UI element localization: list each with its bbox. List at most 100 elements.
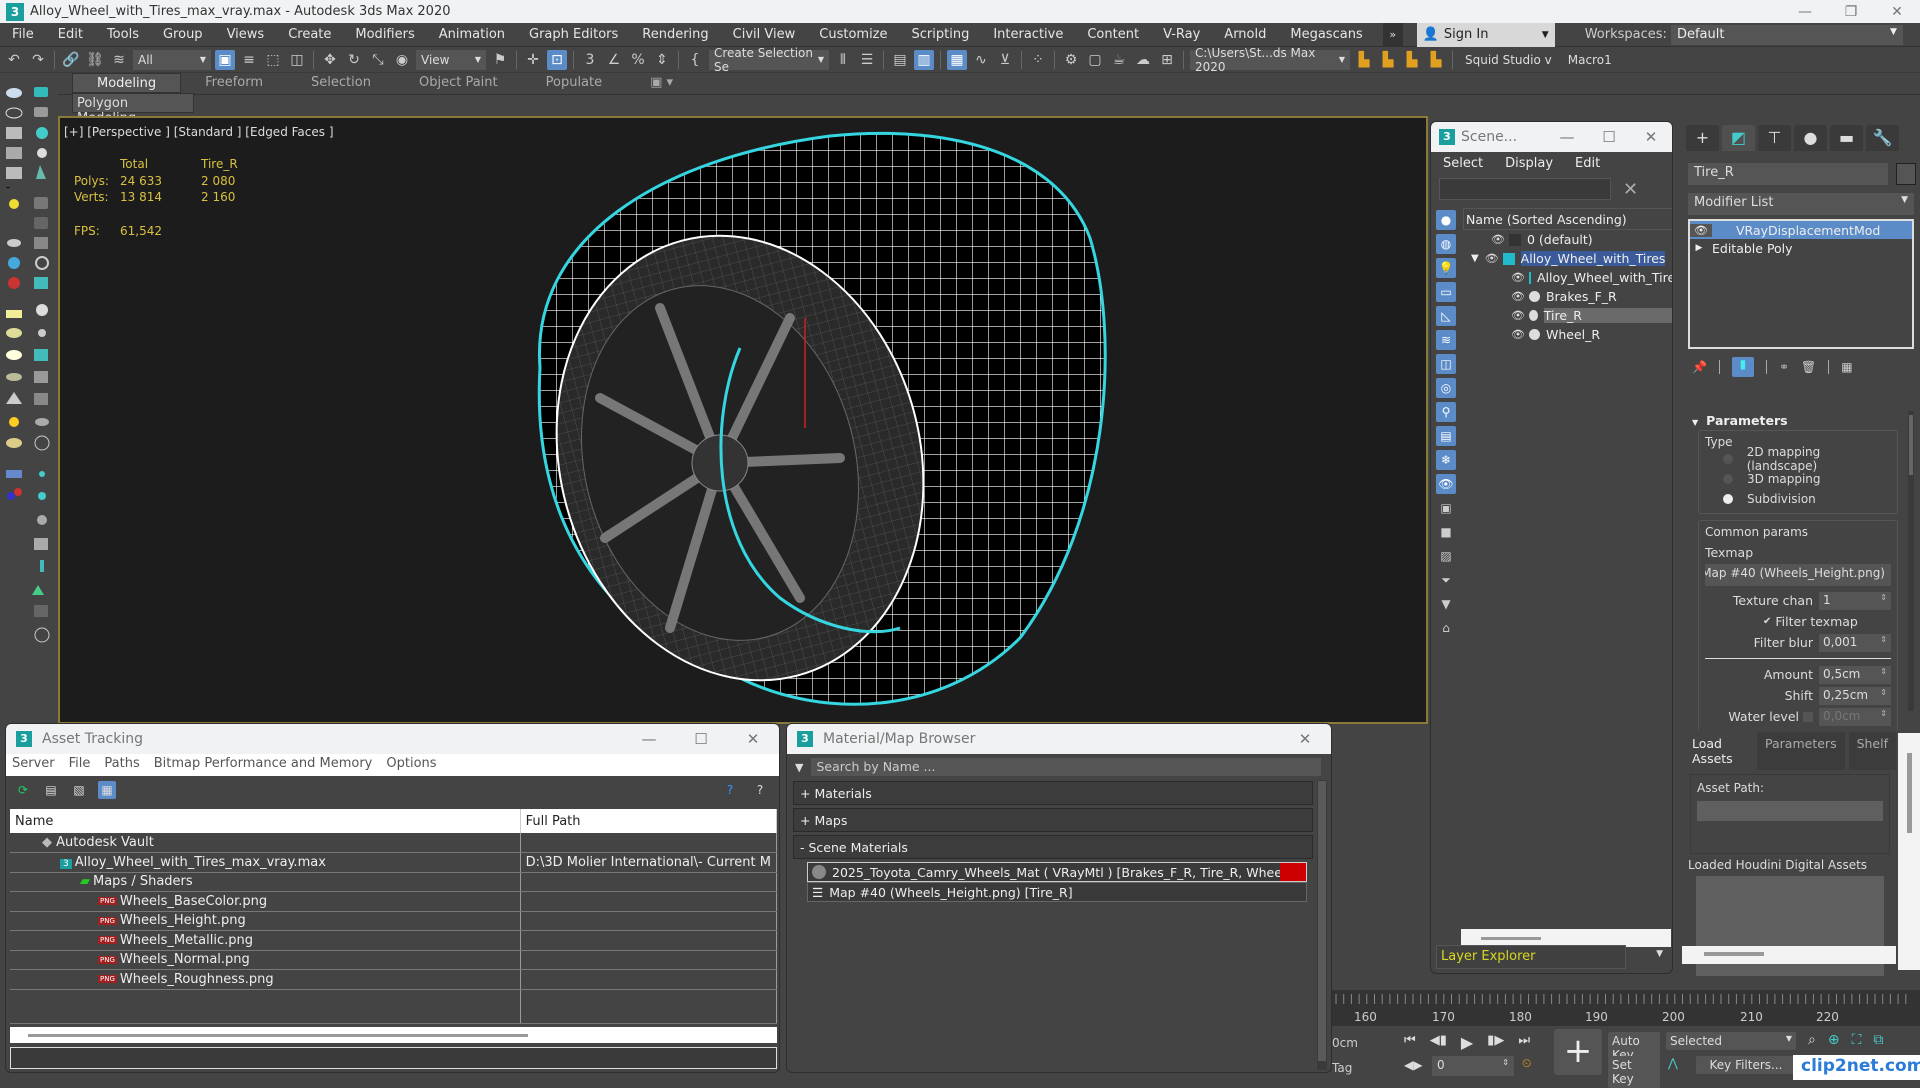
menu-vray[interactable]: V-Ray bbox=[1151, 27, 1212, 42]
unlink-icon[interactable]: ⛓ bbox=[85, 50, 105, 70]
asset-path-input[interactable] bbox=[1697, 801, 1883, 821]
table-row[interactable]: PNG Wheels_Metallic.png bbox=[10, 930, 778, 951]
table-row[interactable]: ◆ Autodesk Vault bbox=[10, 833, 778, 853]
ribbon-tab-freeform[interactable]: Freeform bbox=[181, 73, 287, 93]
column-name[interactable]: Name bbox=[10, 809, 521, 833]
refresh-icon[interactable]: ⟳ bbox=[14, 781, 32, 799]
selection-filter-dropdown[interactable]: All ▼ bbox=[133, 49, 211, 70]
go-to-end-icon[interactable]: ⏭ bbox=[1518, 1033, 1530, 1052]
section-maps[interactable]: + Maps bbox=[793, 808, 1313, 832]
menu-arnold[interactable]: Arnold bbox=[1212, 27, 1278, 42]
show-end-result-icon[interactable]: ▮ bbox=[1731, 357, 1754, 377]
time-configuration-icon[interactable]: ⏲ bbox=[1522, 1056, 1531, 1071]
command-panel-scrollbar[interactable] bbox=[1908, 411, 1914, 711]
table-row[interactable]: PNG Wheels_BaseColor.png bbox=[10, 891, 778, 912]
remove-modifier-icon[interactable]: 🗑 bbox=[1801, 360, 1816, 374]
filter-groups-icon[interactable]: ◫ bbox=[1436, 354, 1456, 374]
table-row[interactable]: ▰ Maps / Shaders bbox=[10, 872, 778, 892]
restore-button[interactable]: ❐ bbox=[1828, 4, 1874, 20]
tree-item-brakes[interactable]: 👁 Brakes_F_R bbox=[1463, 287, 1672, 306]
pin-stack-icon[interactable]: 📌 bbox=[1692, 360, 1707, 374]
timeline-ruler[interactable]: 160 170 180 190 200 210 220 bbox=[1332, 990, 1920, 1026]
link-icon[interactable]: 🔗 bbox=[61, 50, 81, 70]
filter-shapes-icon[interactable]: ◍ bbox=[1436, 234, 1456, 254]
expand-triangle-icon[interactable]: ▶ bbox=[1690, 243, 1708, 253]
visibility-eye-icon[interactable]: 👁 bbox=[1511, 290, 1525, 303]
minimize-button[interactable]: — bbox=[1546, 128, 1588, 146]
redo-icon[interactable]: ↷ bbox=[28, 50, 48, 70]
menu-edit[interactable]: Edit bbox=[46, 27, 95, 42]
menu-content[interactable]: Content bbox=[1075, 27, 1151, 42]
filter-geometry-icon[interactable]: ● bbox=[1436, 210, 1456, 230]
explorer-type-dropdown[interactable]: Layer Explorer ▼ bbox=[1436, 945, 1663, 969]
scale-icon[interactable]: ⤡ bbox=[368, 50, 388, 70]
scene-column-header[interactable]: Name (Sorted Ascending) bbox=[1463, 208, 1672, 230]
table-row[interactable]: 3 Alloy_Wheel_with_Tires_max_vray.max D:\… bbox=[10, 852, 778, 873]
configure-modifier-sets-icon[interactable]: ▦ bbox=[1841, 360, 1852, 374]
zoom-extents-icon[interactable]: ⛶ bbox=[1852, 1032, 1862, 1048]
ribbon-panel-polygon-modeling[interactable]: Polygon Modeling bbox=[72, 93, 194, 126]
menu-graph-editors[interactable]: Graph Editors bbox=[517, 27, 630, 42]
visibility-eye-icon[interactable]: 👁 bbox=[1491, 233, 1505, 246]
maximize-button[interactable]: ☐ bbox=[1588, 128, 1630, 146]
render-setup-icon[interactable]: ⚙ bbox=[1061, 50, 1081, 70]
asset-tracking-titlebar[interactable]: 3 Asset Tracking — ☐ ✕ bbox=[6, 724, 779, 754]
align-icon[interactable]: ☰ bbox=[857, 50, 877, 70]
menu-rendering[interactable]: Rendering bbox=[630, 27, 720, 42]
display-none-icon[interactable]: ■ bbox=[1436, 522, 1456, 542]
default-in-out-tangents-icon[interactable]: ⋀ bbox=[1668, 1056, 1678, 1070]
object-color-swatch[interactable] bbox=[1896, 163, 1916, 185]
rendered-frame-window-icon[interactable]: ▢ bbox=[1085, 50, 1105, 70]
help-icon[interactable]: ? bbox=[751, 781, 769, 799]
scene-map-item[interactable]: ☰ Map #40 (Wheels_Height.png) [Tire_R] bbox=[807, 882, 1307, 902]
modify-tab-icon[interactable]: ◩ bbox=[1722, 125, 1755, 151]
utilities-tab-icon[interactable]: 🔧 bbox=[1866, 125, 1899, 151]
display-all-icon[interactable]: ▣ bbox=[1436, 498, 1456, 518]
asset-menu-bitmap[interactable]: Bitmap Performance and Memory bbox=[154, 756, 373, 774]
project-icon-4[interactable]: ▙ bbox=[1426, 50, 1446, 70]
set-keys-icon[interactable]: + bbox=[1554, 1029, 1602, 1075]
close-button[interactable]: ✕ bbox=[727, 730, 779, 748]
radio-subdivision[interactable]: Subdivision bbox=[1723, 489, 1891, 509]
ribbon-tab-modeling[interactable]: Modeling bbox=[72, 73, 182, 93]
select-object-icon[interactable]: ▣ bbox=[215, 49, 235, 70]
scene-material-item[interactable]: 2025_Toyota_Camry_Wheels_Mat ( VRayMtl )… bbox=[807, 862, 1307, 882]
undo-icon[interactable]: ↶ bbox=[4, 50, 24, 70]
project-icon-1[interactable]: ▙ bbox=[1354, 50, 1374, 70]
close-button[interactable]: ✕ bbox=[1630, 128, 1672, 146]
filter-lights-icon[interactable]: 💡 bbox=[1436, 258, 1456, 278]
filter-hidden-icon[interactable]: 👁 bbox=[1436, 474, 1456, 494]
modifier-stack-item[interactable]: ▶ Editable Poly bbox=[1690, 239, 1912, 257]
angle-snap-icon[interactable]: ∠ bbox=[604, 50, 624, 70]
window-crossing-icon[interactable]: ◫ bbox=[287, 50, 307, 70]
named-selection-dropdown[interactable]: Create Selection Se ▼ bbox=[709, 46, 829, 74]
schematic-view-icon[interactable]: ⊻ bbox=[995, 50, 1015, 70]
scene-menu-select[interactable]: Select bbox=[1443, 156, 1483, 171]
tab-shelf[interactable]: Shelf bbox=[1848, 732, 1896, 770]
rollout-header[interactable]: ▼ Parameters bbox=[1692, 413, 1898, 428]
project-icon-2[interactable]: ▙ bbox=[1378, 50, 1398, 70]
rotate-icon[interactable]: ↻ bbox=[344, 50, 364, 70]
material-browser-titlebar[interactable]: 3 Material/Map Browser ✕ bbox=[787, 724, 1331, 754]
houdini-vscrollbar[interactable] bbox=[1898, 733, 1920, 970]
filter-icon[interactable]: ⏷ bbox=[1436, 570, 1456, 590]
filter-bones-icon[interactable]: ⚲ bbox=[1436, 402, 1456, 422]
spinner-snap-icon[interactable]: ⇕ bbox=[652, 50, 672, 70]
menu-animation[interactable]: Animation bbox=[427, 27, 517, 42]
zoom-icon[interactable]: ⌕ bbox=[1808, 1032, 1816, 1048]
zoom-all-icon[interactable]: ⊕ bbox=[1828, 1032, 1840, 1048]
visibility-eye-icon[interactable]: 👁 bbox=[1485, 252, 1499, 265]
filter-frozen-icon[interactable]: ❄ bbox=[1436, 450, 1456, 470]
hierarchy-tab-icon[interactable]: ⊤ bbox=[1758, 125, 1791, 151]
tree-item-group[interactable]: 👁 Alloy_Wheel_with_Tires bbox=[1463, 268, 1672, 287]
menu-megascans[interactable]: Megascans bbox=[1278, 27, 1374, 42]
thumbnail-view-icon[interactable]: ▧ bbox=[70, 781, 88, 799]
filter-xrefs-icon[interactable]: ◎ bbox=[1436, 378, 1456, 398]
tree-item-tire[interactable]: 👁 Tire_R bbox=[1463, 306, 1672, 325]
set-key-button[interactable]: Set Key bbox=[1608, 1056, 1660, 1088]
help-online-icon[interactable]: ? bbox=[721, 781, 739, 799]
move-icon[interactable]: ✥ bbox=[320, 50, 340, 70]
houdini-hscrollbar[interactable] bbox=[1682, 946, 1896, 964]
tree-item-layer-alloy-wheel[interactable]: ▼ 👁 Alloy_Wheel_with_Tires bbox=[1463, 249, 1672, 268]
toggle-scene-explorer-icon[interactable]: ▤ bbox=[890, 50, 910, 70]
